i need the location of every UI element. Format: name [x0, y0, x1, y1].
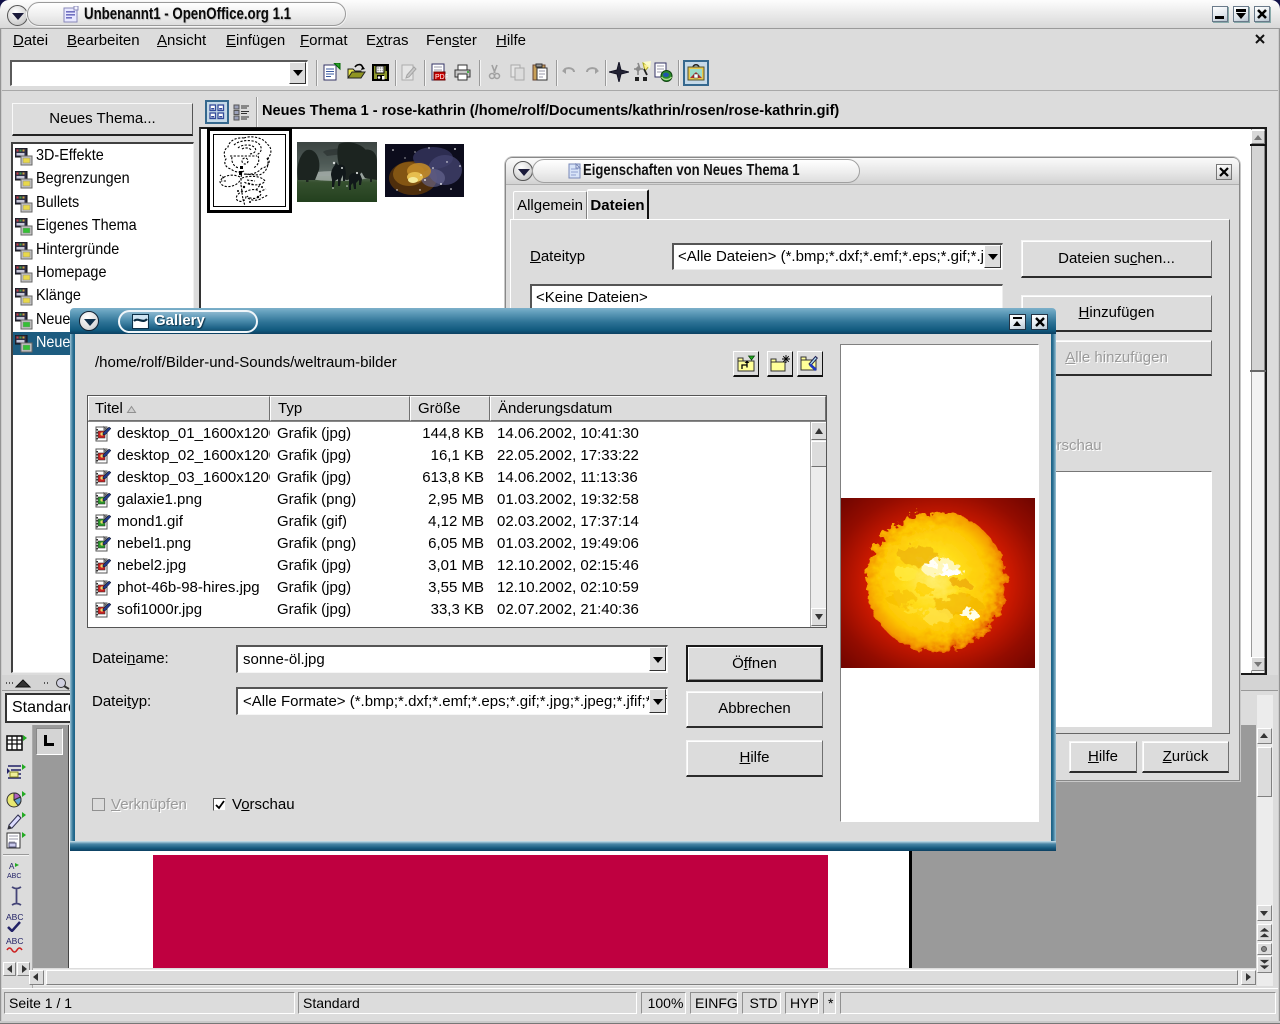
svg-text:ABC: ABC — [7, 873, 21, 880]
svg-text:A: A — [9, 862, 15, 871]
svg-text:PDF: PDF — [435, 74, 448, 81]
svg-text:ABC: ABC — [6, 936, 23, 946]
svg-text:ABC: ABC — [6, 912, 23, 922]
